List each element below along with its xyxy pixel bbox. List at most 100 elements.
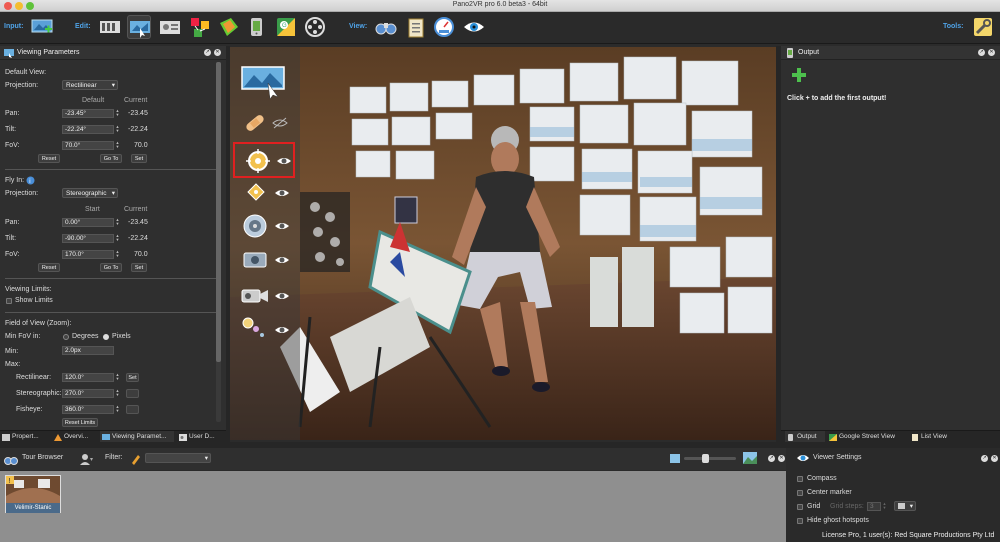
tour-browser-float-button[interactable]: ↗	[768, 455, 775, 462]
fly-in-current-column-header: Current	[124, 206, 148, 213]
fly-in-set-button[interactable]: Set	[131, 263, 147, 272]
show-limits-checkbox[interactable]	[6, 298, 12, 304]
eye-icon[interactable]	[274, 219, 290, 233]
grid-checkbox[interactable]	[797, 504, 803, 510]
reset-limits-button[interactable]: Reset Limits	[62, 418, 98, 427]
fly-in-tilt-stepper[interactable]: ▲ ▼	[115, 234, 120, 243]
polygon-hotspot-overlay-icon[interactable]	[246, 182, 266, 202]
eye-icon	[464, 22, 484, 32]
hotspot-button[interactable]	[245, 15, 269, 39]
small-thumbnail-icon	[670, 454, 680, 463]
properties-button[interactable]	[158, 15, 182, 39]
projection-select[interactable]: Rectilinear ▾	[62, 80, 118, 90]
rectilinear-max-input[interactable]: 120.0°	[62, 373, 114, 382]
eye-icon[interactable]	[276, 154, 292, 168]
fly-in-tilt-input[interactable]: -90.00°	[62, 234, 114, 243]
grid-steps-stepper[interactable]: ▲ ▼	[882, 502, 887, 511]
viewer-settings-float-button[interactable]: ↗	[981, 455, 988, 462]
tools-button[interactable]	[971, 15, 995, 39]
degrees-radio[interactable]	[63, 334, 69, 340]
user-filter-icon[interactable]	[80, 453, 94, 465]
viewing-limits-label: Viewing Limits:	[5, 286, 52, 293]
pencil-icon[interactable]	[130, 453, 142, 465]
fov-stepper[interactable]: ▲ ▼	[115, 141, 120, 150]
google-street-view-button[interactable]: G	[274, 15, 298, 39]
grid-steps-input[interactable]: 3	[867, 502, 881, 511]
panel-close-button[interactable]: ✕	[214, 49, 221, 56]
fisheye-stepper[interactable]: ▲ ▼	[115, 405, 120, 414]
output-float-button[interactable]: ↗	[978, 49, 985, 56]
viewer-settings-close-button[interactable]: ✕	[991, 455, 998, 462]
viewing-parameters-icon	[130, 21, 150, 38]
eye-icon[interactable]	[274, 323, 290, 337]
left-panel-tabs: Propert... Overvi... Viewing Paramet... …	[0, 430, 226, 443]
grid-color-select[interactable]: ▾	[894, 501, 916, 511]
selected-hotspot-frame[interactable]	[233, 142, 295, 178]
compass-view-button[interactable]	[432, 15, 456, 39]
fly-in-goto-button[interactable]: Go To	[100, 263, 122, 272]
fly-in-projection-select[interactable]: Stereographic ▾	[62, 188, 118, 198]
fisheye-max-input[interactable]: 360.0°	[62, 405, 114, 414]
rectilinear-stepper[interactable]: ▲ ▼	[115, 373, 120, 382]
media-overlay-icon[interactable]	[242, 247, 268, 273]
light-overlay-icon[interactable]	[240, 315, 270, 341]
filter-select[interactable]: ▾	[145, 453, 211, 463]
hidden-eye-icon[interactable]	[272, 116, 288, 130]
fly-in-pan-stepper[interactable]: ▲ ▼	[115, 218, 120, 227]
add-input-button[interactable]	[30, 15, 54, 39]
center-marker-checkbox[interactable]	[797, 490, 803, 496]
compass-checkbox[interactable]	[797, 476, 803, 482]
edit-images-button[interactable]	[98, 15, 122, 39]
info-icon[interactable]: i	[26, 176, 35, 185]
viewing-parameters-overlay-icon[interactable]	[240, 65, 288, 100]
thumbnail-size-slider[interactable]	[684, 454, 736, 463]
projector-overlay-icon[interactable]	[240, 284, 270, 308]
panel-float-button[interactable]: ↗	[204, 49, 211, 56]
stereographic-max-input[interactable]: 270.0°	[62, 389, 114, 398]
list-view-button[interactable]	[404, 15, 428, 39]
fly-in-fov-input[interactable]: 170.0°	[62, 250, 114, 259]
panorama-viewport[interactable]	[230, 47, 776, 440]
pan-default-input[interactable]: -23.45°	[62, 109, 114, 118]
fly-in-fov-stepper[interactable]: ▲ ▼	[115, 250, 120, 259]
fov-default-input[interactable]: 70.0°	[62, 141, 114, 150]
tilt-default-input[interactable]: -22.24°	[62, 125, 114, 134]
tour-browser-view-button[interactable]	[374, 15, 398, 39]
binoculars-icon	[375, 23, 397, 35]
media-button[interactable]	[303, 15, 327, 39]
fly-in-pan-input[interactable]: 0.00°	[62, 218, 114, 227]
eye-icon[interactable]	[274, 289, 290, 303]
goto-button[interactable]: Go To	[100, 154, 122, 163]
panorama-thumbnail[interactable]: Velimir-Stanic !	[5, 475, 61, 513]
eye-icon[interactable]	[274, 186, 290, 200]
pixels-radio[interactable]	[103, 334, 109, 340]
reset-button[interactable]: Reset	[38, 154, 60, 163]
min-fov-input[interactable]: 2.0px	[62, 346, 114, 355]
sound-overlay-icon[interactable]	[242, 213, 268, 239]
set-button[interactable]: Set	[131, 154, 147, 163]
grid-steps-label: Grid steps:	[830, 503, 864, 510]
tour-map-button[interactable]	[188, 15, 212, 39]
rectilinear-set-button[interactable]: Set	[126, 373, 139, 382]
scrollbar-thumb[interactable]	[216, 62, 221, 362]
tour-browser-content: Velimir-Stanic !	[0, 471, 786, 542]
add-output-plus-icon[interactable]	[792, 68, 806, 82]
preview-button[interactable]	[462, 15, 486, 39]
divider	[5, 312, 216, 313]
stereographic-set-button[interactable]	[126, 389, 139, 398]
stereographic-stepper[interactable]: ▲ ▼	[115, 389, 120, 398]
eye-icon[interactable]	[274, 253, 290, 267]
viewing-parameters-button[interactable]	[127, 15, 151, 39]
patch-overlay-icon[interactable]	[242, 110, 268, 136]
pan-stepper[interactable]: ▲ ▼	[115, 109, 120, 118]
panel-scrollbar[interactable]	[216, 62, 221, 422]
slider-handle[interactable]	[702, 454, 709, 463]
tour-browser-close-button[interactable]: ✕	[778, 455, 785, 462]
fisheye-set-button[interactable]	[126, 405, 139, 414]
tilt-stepper[interactable]: ▲ ▼	[115, 125, 120, 134]
floor-plan-button[interactable]	[217, 15, 241, 39]
hide-ghost-hotspots-checkbox[interactable]	[797, 518, 803, 524]
output-close-button[interactable]: ✕	[988, 49, 995, 56]
fly-in-reset-button[interactable]: Reset	[38, 263, 60, 272]
tab-google-street-view-label: Google Street View	[839, 433, 895, 440]
